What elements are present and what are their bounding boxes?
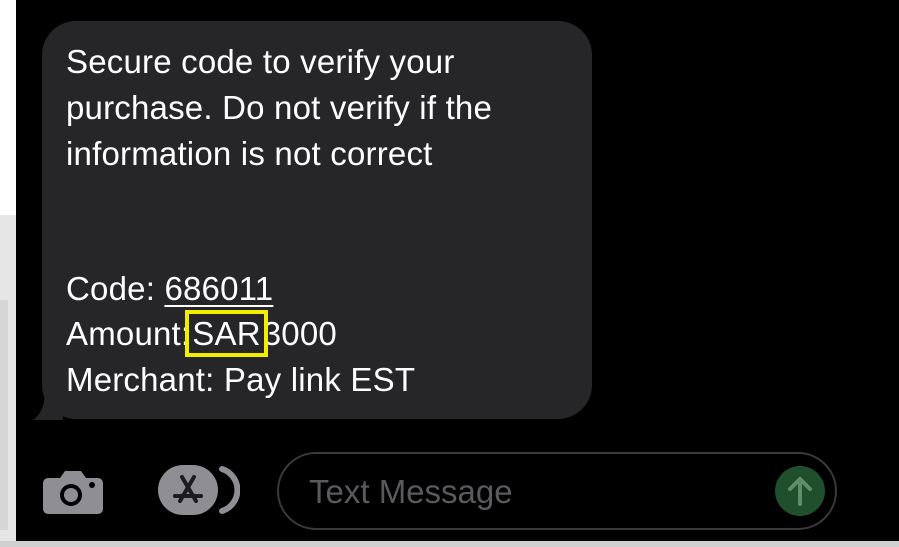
apps-button[interactable] [158, 463, 241, 519]
verification-code-link[interactable]: 686011 [164, 270, 273, 307]
amount-value: 3000 [262, 315, 337, 352]
messages-screen: Secure code to verify your purchase. Do … [0, 0, 899, 547]
message-input-field[interactable]: Text Message [277, 452, 837, 530]
camera-button[interactable] [42, 466, 104, 516]
code-label: Code: [66, 270, 165, 307]
send-button[interactable] [775, 466, 825, 516]
bottom-edge-background [0, 541, 899, 547]
message-input-placeholder: Text Message [309, 473, 513, 510]
left-edge-background-shadow [0, 300, 8, 530]
message-line-3: information is not correct [66, 135, 433, 172]
code-line: Code: 686011 [66, 267, 273, 311]
send-arrow-icon [788, 477, 812, 506]
amount-line: Amount:SAR3000 [66, 310, 337, 357]
message-line-1: Secure code to verify your [66, 43, 455, 80]
currency-highlight-box: SAR [185, 310, 268, 357]
app-store-icon [158, 465, 241, 515]
merchant-line: Merchant: Pay link EST [66, 361, 416, 398]
message-line-2: purchase. Do not verify if the [66, 89, 493, 126]
camera-icon [43, 471, 103, 514]
amount-label: Amount: [66, 315, 191, 352]
